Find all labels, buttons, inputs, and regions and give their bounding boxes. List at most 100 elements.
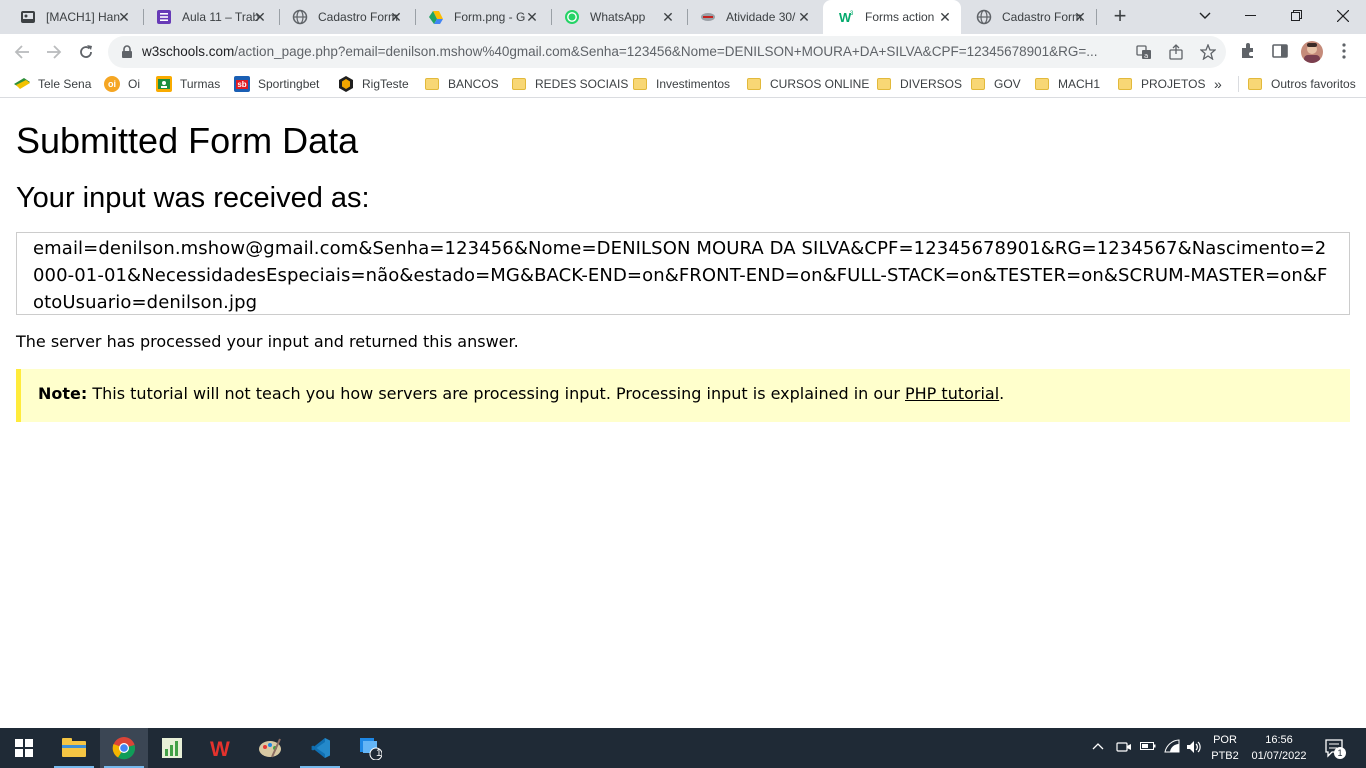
php-tutorial-link[interactable]: PHP tutorial (905, 384, 999, 403)
clock-time: 16:56 (1265, 734, 1293, 746)
battery-icon[interactable] (1140, 740, 1156, 755)
folder-icon (62, 738, 86, 757)
url-domain: w3schools.com (142, 44, 235, 59)
folder-icon (1034, 76, 1050, 92)
tab-title: Aula 11 – Trab (182, 10, 260, 24)
tab-search-button[interactable] (1182, 0, 1228, 32)
bookmark-label: Tele Sena (38, 77, 92, 91)
wps-icon: W (210, 738, 230, 759)
svg-text:3: 3 (850, 11, 854, 17)
bookmark-folder-mach1[interactable]: MACH1 (1034, 74, 1100, 94)
telesena-icon (14, 76, 30, 92)
note-end: . (999, 384, 1005, 403)
tab-cadastro-1[interactable]: Cadastro Form ✕ (276, 0, 412, 34)
tab-cadastro-2[interactable]: Cadastro Form ✕ (960, 0, 1096, 34)
meet-now-icon[interactable] (1116, 739, 1132, 758)
clock-date: 01/07/2022 (1251, 750, 1307, 762)
globe-icon (292, 9, 308, 25)
new-tab-button[interactable]: + (1108, 5, 1132, 29)
whatsapp-icon (564, 9, 580, 25)
forward-button[interactable] (40, 38, 68, 66)
folder-icon (876, 76, 892, 92)
chrome-icon (112, 737, 136, 760)
bookmark-folder-projetos[interactable]: PROJETOS (1117, 74, 1205, 94)
taskbar-chrome[interactable] (100, 728, 148, 768)
close-icon[interactable]: ✕ (524, 9, 540, 25)
result-box: email=denilson.mshow@gmail.com&Senha=123… (16, 232, 1350, 315)
address-bar[interactable]: w3schools.com/action_page.php?email=deni… (108, 36, 1226, 68)
tab-forms-action[interactable]: W3 Forms action ✕ (823, 0, 961, 34)
note-label: Note: (38, 384, 88, 403)
bookmark-label: Sportingbet (258, 77, 320, 91)
bookmark-label: DIVERSOS (900, 77, 963, 91)
menu-icon[interactable] (1334, 42, 1354, 62)
spreadsheet-icon (162, 738, 182, 758)
app-icon (700, 9, 716, 25)
back-button[interactable] (8, 38, 36, 66)
taskbar-spreadsheet[interactable] (148, 728, 196, 768)
taskbar-app[interactable]: 1 (346, 728, 394, 768)
bookmark-folder-investimentos[interactable]: Investimentos (632, 74, 730, 94)
bookmark-folder-cursos-online[interactable]: CURSOS ONLINE (746, 74, 869, 94)
share-icon[interactable] (1168, 44, 1184, 60)
taskbar-paint[interactable] (246, 728, 294, 768)
chevron-down-icon (1199, 12, 1211, 19)
bookmark-oi[interactable]: oi Oi (104, 74, 140, 94)
wifi-icon[interactable] (1164, 739, 1180, 758)
folder-icon (511, 76, 527, 92)
translate-icon[interactable]: a (1136, 44, 1152, 60)
tab-title: Forms action (865, 10, 935, 24)
lock-icon[interactable] (120, 45, 134, 59)
tab-separator (1096, 9, 1097, 25)
close-window-button[interactable] (1320, 0, 1366, 32)
start-button[interactable] (0, 728, 48, 768)
taskbar-wps[interactable]: W (198, 728, 246, 768)
close-icon[interactable]: ✕ (1072, 9, 1088, 25)
taskbar-vscode[interactable] (296, 728, 344, 768)
close-icon[interactable]: ✕ (937, 9, 953, 25)
tab-whatsapp[interactable]: WhatsApp ✕ (548, 0, 684, 34)
restore-button[interactable] (1274, 0, 1320, 32)
rigteste-icon (338, 76, 354, 92)
side-panel-icon[interactable] (1270, 42, 1290, 62)
bookmark-label: Oi (128, 77, 140, 91)
close-icon[interactable]: ✕ (660, 9, 676, 25)
close-icon[interactable]: ✕ (796, 9, 812, 25)
sportingbet-icon: sb (234, 76, 250, 92)
bookmark-label: GOV (994, 77, 1021, 91)
tab-atividade[interactable]: Atividade 30/ ✕ (684, 0, 820, 34)
minimize-button[interactable] (1228, 0, 1274, 32)
close-icon[interactable]: ✕ (116, 9, 132, 25)
notifications-button[interactable]: 1 (1324, 738, 1346, 761)
star-icon[interactable] (1199, 43, 1217, 61)
extensions-icon[interactable] (1238, 42, 1258, 62)
tab-mach1[interactable]: [MACH1] Han ✕ (4, 0, 140, 34)
reload-button[interactable] (72, 38, 100, 66)
bookmark-folder-redes-sociais[interactable]: REDES SOCIAIS (511, 74, 628, 94)
bookmark-folder-bancos[interactable]: BANCOS (424, 74, 499, 94)
more-bookmarks-label: » (1214, 76, 1222, 92)
bookmark-sportingbet[interactable]: sb Sportingbet (234, 74, 319, 94)
bookmark-turmas[interactable]: Turmas (156, 74, 220, 94)
url-text[interactable]: w3schools.com/action_page.php?email=deni… (142, 44, 1132, 59)
tab-aula11[interactable]: Aula 11 – Trab ✕ (140, 0, 276, 34)
bookmark-rigteste[interactable]: RigTeste (338, 74, 409, 94)
bookmark-folder-outros-favoritos[interactable]: Outros favoritos (1247, 74, 1356, 94)
avatar[interactable] (1301, 41, 1323, 63)
close-icon[interactable]: ✕ (388, 9, 404, 25)
bookmark-folder-gov[interactable]: GOV (970, 74, 1021, 94)
chevron-up-icon[interactable] (1092, 738, 1104, 753)
more-bookmarks-button[interactable]: » (1214, 74, 1222, 94)
tab-title: [MACH1] Han (46, 10, 121, 24)
tab-title: Cadastro Form (318, 10, 398, 24)
bookmark-tele-sena[interactable]: Tele Sena (14, 74, 91, 94)
clock[interactable]: 16:56 01/07/2022 (1246, 732, 1312, 764)
bookmark-folder-diversos[interactable]: DIVERSOS (876, 74, 962, 94)
close-icon[interactable]: ✕ (252, 9, 268, 25)
volume-icon[interactable] (1186, 739, 1202, 758)
tab-form-png[interactable]: Form.png - G ✕ (412, 0, 548, 34)
globe-icon (976, 9, 992, 25)
minimize-icon (1245, 15, 1256, 16)
language-indicator[interactable]: POR PTB2 (1208, 732, 1242, 764)
taskbar-file-explorer[interactable] (50, 728, 98, 768)
